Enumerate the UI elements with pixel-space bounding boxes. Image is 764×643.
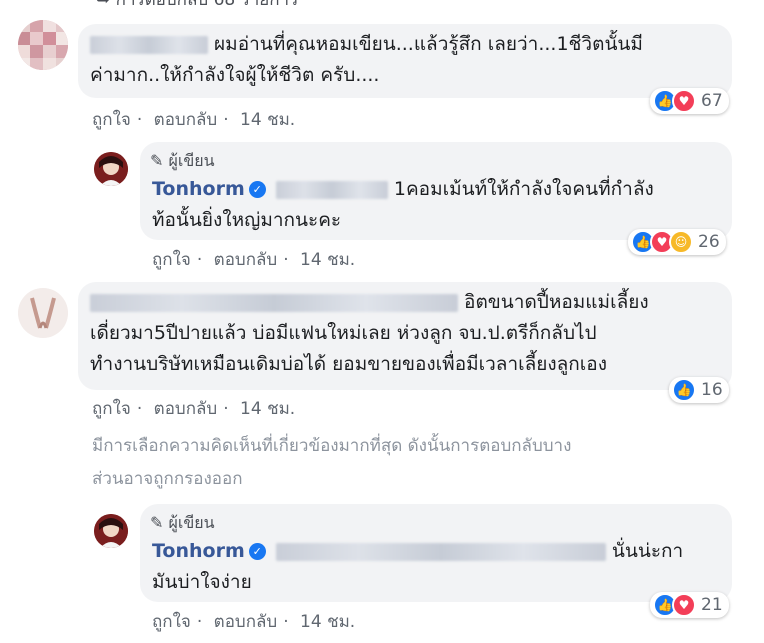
- avatar[interactable]: [18, 20, 68, 70]
- redacted-name: [90, 35, 208, 54]
- love-icon: ♥: [672, 89, 696, 113]
- like-link[interactable]: ถูกใจ: [92, 399, 131, 419]
- like-icon: 👍: [672, 378, 696, 402]
- commenter-name[interactable]: Tonhorm: [152, 540, 245, 562]
- comment-actions: ถูกใจ · ตอบกลับ · 14 ชม.: [92, 110, 296, 130]
- reaction-summary[interactable]: 👍 ♥ ☺ 26: [628, 229, 726, 255]
- avatar[interactable]: [18, 288, 68, 338]
- reaction-summary[interactable]: 👍 ♥ 67: [650, 88, 729, 114]
- author-badge-label: ผู้เขียน: [168, 151, 215, 170]
- hands-avatar-icon: [18, 288, 68, 338]
- reply-text-line: นั่นน่ะกา: [611, 540, 684, 562]
- verified-icon: ✓: [248, 543, 266, 560]
- like-link[interactable]: ถูกใจ: [92, 110, 131, 130]
- author-avatar[interactable]: [94, 514, 128, 548]
- reply-link[interactable]: ตอบกลับ: [154, 110, 218, 130]
- reply-text-line: 1คอมเม้นท์ให้กำลังใจคนที่กำลัง: [393, 178, 654, 200]
- timestamp[interactable]: 14 ชม.: [300, 250, 355, 270]
- author-avatar[interactable]: [94, 152, 128, 186]
- author-badge-label: ผู้เขียน: [168, 513, 215, 532]
- reply-link[interactable]: ตอบกลับ: [214, 250, 278, 270]
- verified-icon: ✓: [248, 181, 266, 198]
- redacted-mention: [275, 180, 388, 199]
- reply-text: Tonhorm ✓ 1คอมเม้นท์ให้กำลังใจคนที่กำลัง: [152, 174, 654, 205]
- reply-text: Tonhorm ✓ นั่นน่ะกา: [152, 536, 683, 567]
- reply-actions: ถูกใจ · ตอบกลับ · 14 ชม.: [152, 250, 356, 270]
- commenter-name[interactable]: Tonhorm: [152, 178, 245, 200]
- like-link[interactable]: ถูกใจ: [152, 250, 191, 270]
- author-badge: ✎ ผู้เขียน: [150, 511, 215, 536]
- timestamp[interactable]: 14 ชม.: [240, 110, 295, 130]
- comment-text-line: ทำงานบริษัทเหมือนเดิมบ่อได้ ยอมขายของเพื…: [90, 353, 607, 375]
- comment-text: อิตขนาดปี้หอมแม่เลี้ยง: [90, 287, 649, 318]
- filter-note: มีการเลือกความคิดเห็นที่เกี่ยวข้องมากที่…: [92, 436, 572, 456]
- like-link[interactable]: ถูกใจ: [152, 612, 191, 632]
- reaction-count: 26: [698, 232, 720, 252]
- comment-text-line: อิตขนาดปี้หอมแม่เลี้ยง: [464, 291, 649, 313]
- comment-text-line: ค่ามาก..ให้กำลังใจผู้ให้ชีวิต ครับ....: [90, 64, 380, 86]
- love-icon: ♥: [672, 593, 696, 617]
- reply-link[interactable]: ตอบกลับ: [154, 399, 218, 419]
- reaction-count: 21: [701, 595, 723, 615]
- comment-text-line: เดี่ยวมา5ปีปายแล้ว บ่อมีแฟนใหม่เลย ห่วงล…: [90, 322, 597, 344]
- comment-text: ผมอ่านที่คุณหอมเขียน...แล้วรู้สึก เลยว่า…: [90, 29, 643, 60]
- reply-text-line: มันบ่าใจง่าย: [152, 571, 252, 593]
- author-badge: ✎ ผู้เขียน: [150, 149, 215, 174]
- filter-note: ส่วนอาจถูกกรองออก: [92, 469, 243, 489]
- redacted-mention: [275, 542, 606, 561]
- author-portrait-icon: [94, 514, 128, 548]
- reply-link[interactable]: ตอบกลับ: [214, 612, 278, 632]
- pencil-icon: ✎: [150, 513, 164, 532]
- reaction-summary[interactable]: 👍 16: [669, 377, 729, 403]
- reaction-summary[interactable]: 👍 ♥ 21: [650, 592, 729, 618]
- reaction-count: 16: [701, 380, 723, 400]
- comment-text-line: ผมอ่านที่คุณหอมเขียน...แล้วรู้สึก เลยว่า…: [214, 33, 643, 55]
- care-icon: ☺: [669, 230, 693, 254]
- view-replies-link[interactable]: ➥ การตอบกลับ 68 รายการ: [96, 0, 298, 13]
- timestamp[interactable]: 14 ชม.: [240, 399, 295, 419]
- author-portrait-icon: [94, 152, 128, 186]
- reaction-count: 67: [701, 91, 723, 111]
- reply-text-line: ท้อนั้นยิ่งใหญ่มากนะคะ: [152, 209, 342, 231]
- timestamp[interactable]: 14 ชม.: [300, 612, 355, 632]
- pixelated-avatar-icon: [18, 20, 68, 70]
- comment-actions: ถูกใจ · ตอบกลับ · 14 ชม.: [92, 399, 296, 419]
- redacted-name: [90, 293, 458, 312]
- reply-actions: ถูกใจ · ตอบกลับ · 14 ชม.: [152, 612, 356, 632]
- pencil-icon: ✎: [150, 151, 164, 170]
